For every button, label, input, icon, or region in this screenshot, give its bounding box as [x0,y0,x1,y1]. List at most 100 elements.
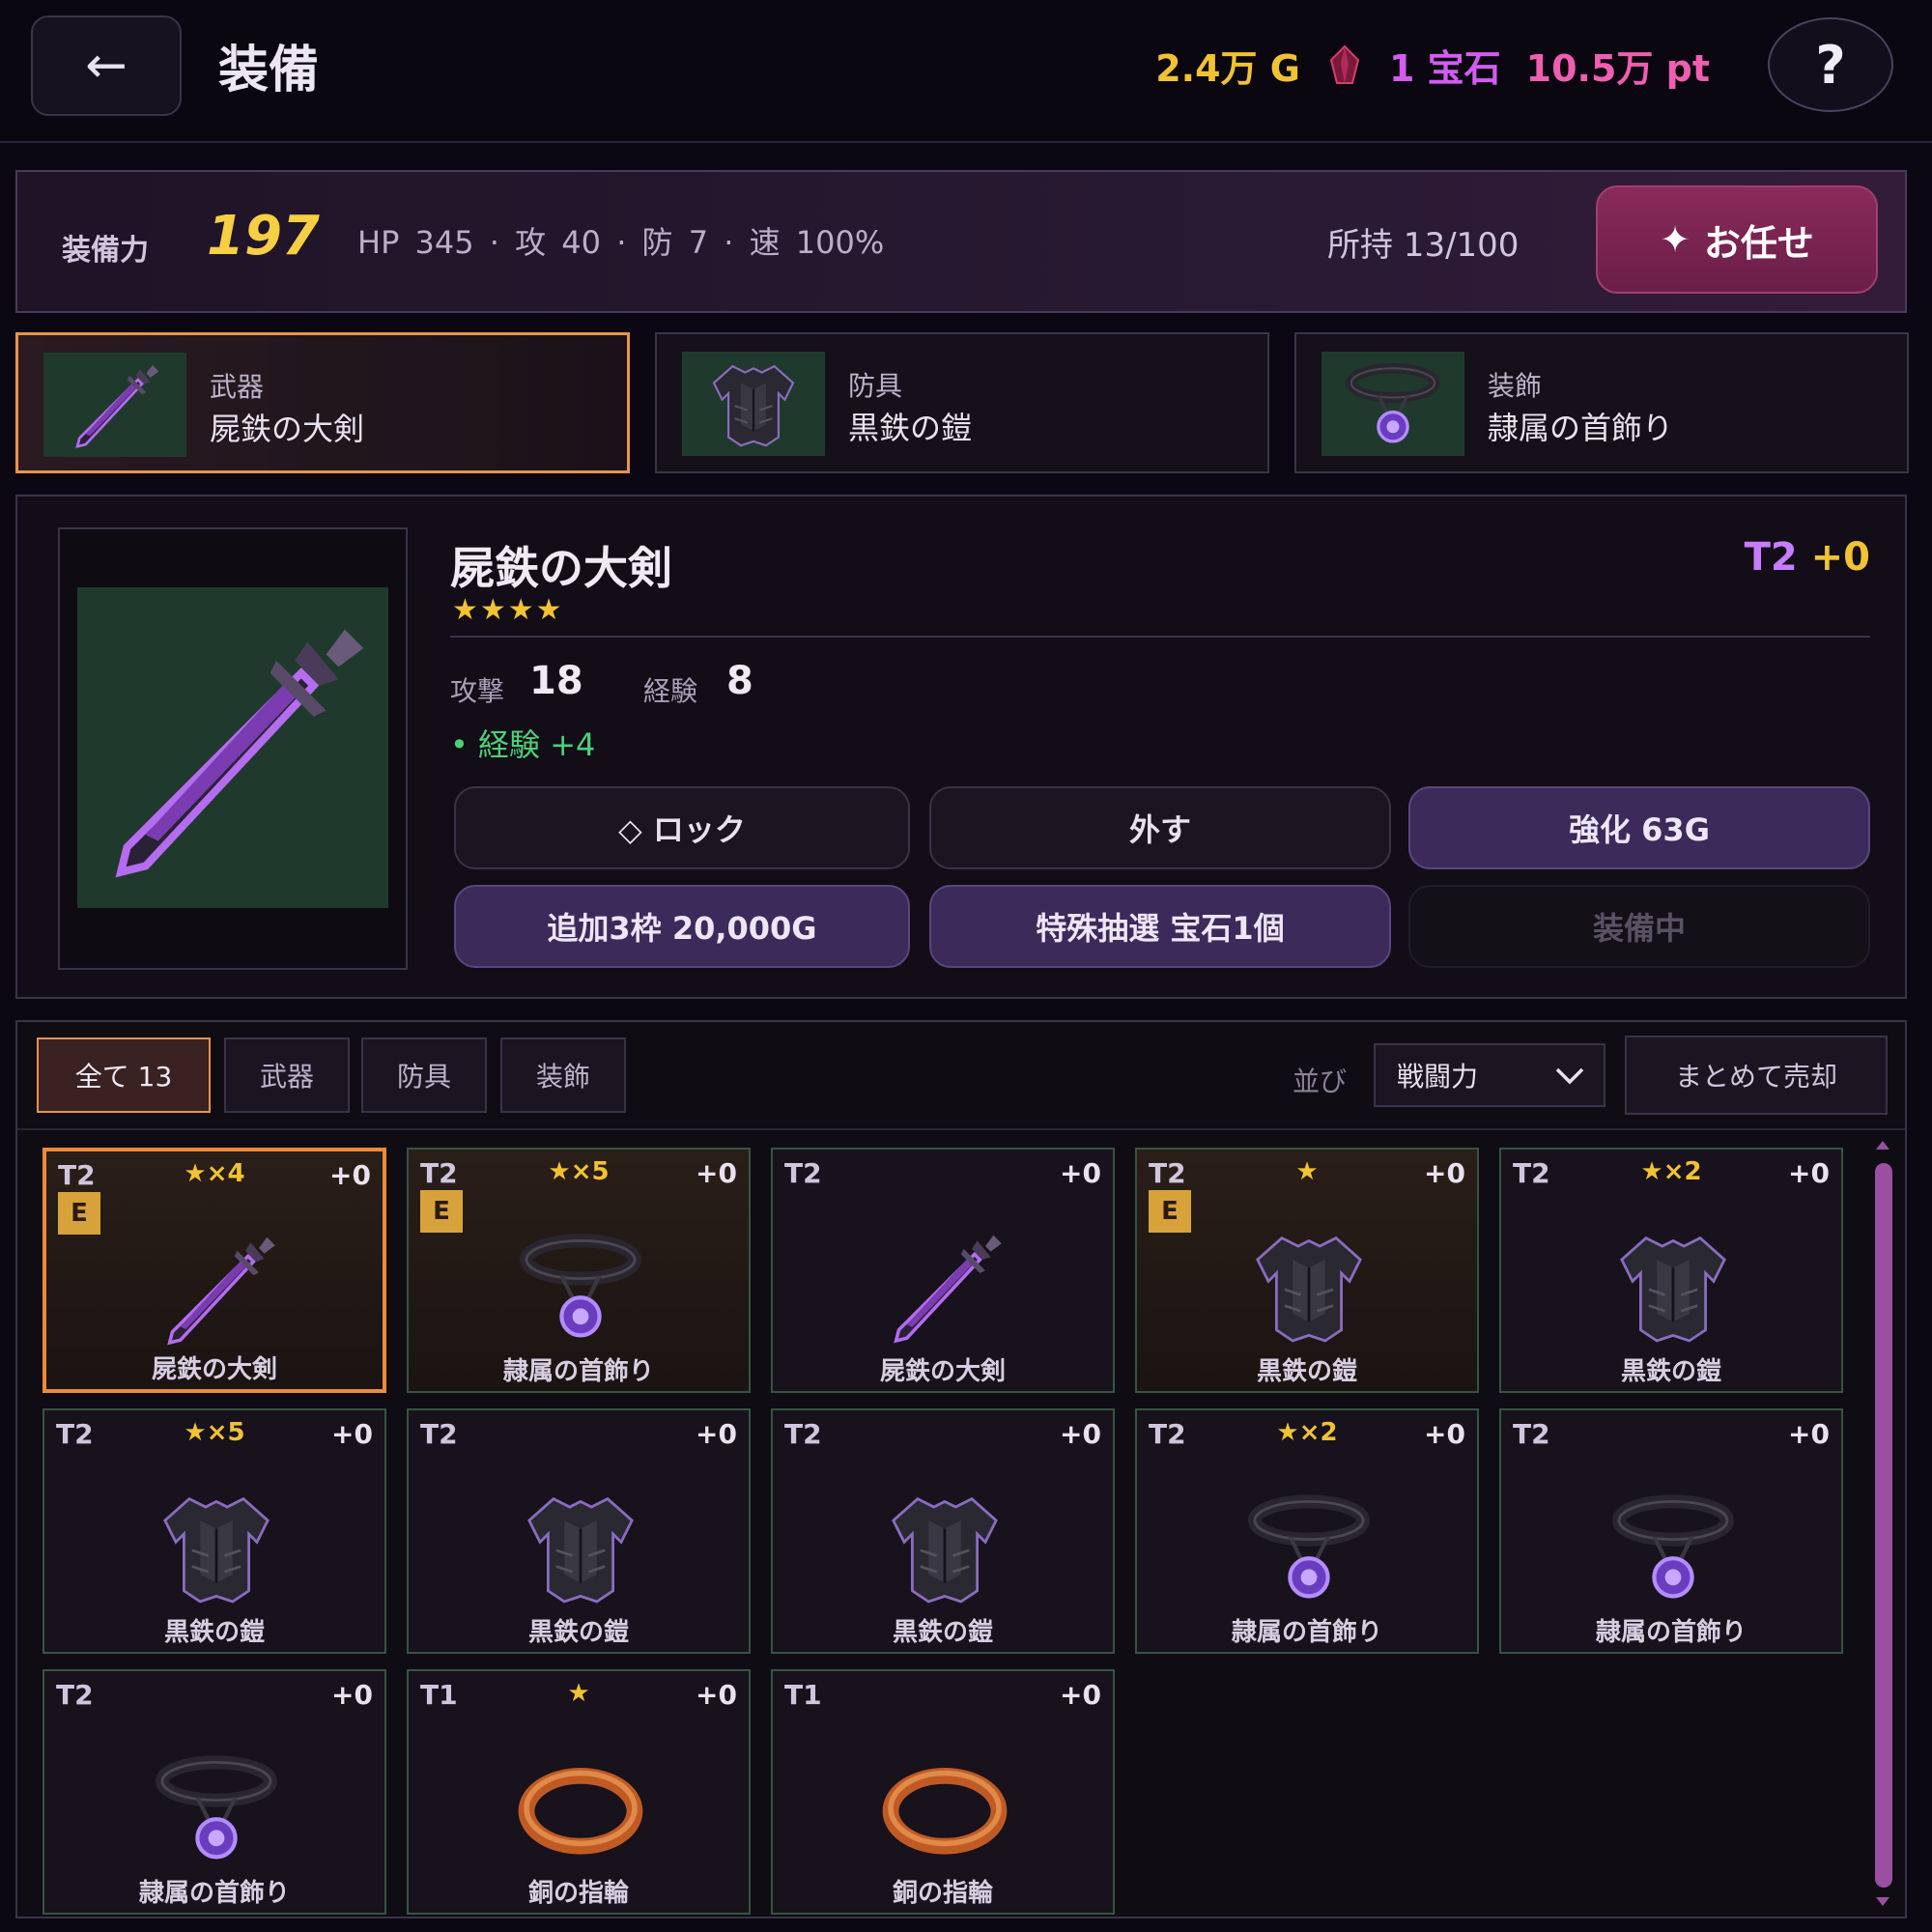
item-name: 屍鉄の大剣 [450,542,672,594]
lock-button[interactable]: ◇ ロック [454,786,910,869]
sparkle-icon: ✦ [1660,218,1690,261]
item-tier: T2 [784,1418,822,1450]
divider [17,1128,1905,1130]
gem-amount: 1 宝石 [1388,47,1501,90]
item-enhance-level: +0 [1060,1418,1101,1450]
item-name: 隷属の首飾り [1595,1618,1747,1647]
armor-icon [682,352,825,456]
equipped-badge: E [420,1190,463,1233]
item-image-frame [58,527,408,970]
tab-armor[interactable]: 防具 [361,1037,487,1113]
back-arrow-icon: ← [85,37,128,95]
item-enhance-level: +0 [1788,1157,1830,1189]
item-name: 黒鉄の鎧 [163,1618,265,1647]
back-button[interactable]: ← [31,15,182,116]
exp-label: 経験 [643,675,698,707]
slot-accessory[interactable]: 装飾 隷属の首飾り [1294,332,1909,473]
unequip-button[interactable]: 外す [929,786,1391,869]
item-enhance-level: +0 [1424,1418,1465,1450]
item-tier: T2 +0 [1745,535,1870,580]
divider [450,636,1870,638]
item-enhance-level: +0 [696,1418,737,1450]
attack-value: 18 [529,659,583,703]
power-value: 197 [207,205,320,268]
item-enhance-level: +0 [1060,1679,1101,1711]
inventory-item-card[interactable]: T2 +0 隷属の首飾り [1499,1408,1843,1654]
item-enhance-level: +0 [1788,1418,1830,1450]
equipped-badge: E [1149,1190,1191,1233]
necklace-icon [139,1741,294,1876]
armor-icon [139,1480,294,1615]
exp-value: 8 [726,659,753,703]
inventory-item-card[interactable]: T2 ★×4 +0 E 屍鉄の大剣 [43,1148,386,1393]
inventory-item-card[interactable]: T2 +0 隷属の首飾り [43,1669,386,1915]
item-detail-panel: 屍鉄の大剣 ★★★★ T2 +0 攻撃 18 経験 8 • 経験 +4 ◇ ロッ… [15,495,1907,999]
inventory-item-card[interactable]: T2 +0 黒鉄の鎧 [407,1408,751,1654]
necklace-icon [1321,352,1464,456]
item-tier: T2 [56,1679,94,1711]
scroll-up-icon[interactable] [1874,1138,1891,1151]
enhance-button[interactable]: 強化 63G [1408,786,1870,869]
item-name: 銅の指輪 [892,1879,993,1908]
help-button[interactable]: ? [1768,17,1893,112]
item-name: 黒鉄の鎧 [1256,1357,1357,1386]
item-name: 屍鉄の大剣 [879,1357,1006,1386]
necklace-icon [1596,1480,1750,1615]
sword-icon [77,587,388,908]
inventory-item-card[interactable]: T2 ★×5 +0 E 隷属の首飾り [407,1148,751,1393]
armor-icon [503,1480,658,1615]
item-enhance-level: +0 [696,1157,737,1189]
armor-icon [867,1480,1022,1615]
attack-label: 攻撃 [450,675,505,707]
sword-icon [43,353,186,457]
item-name: 黒鉄の鎧 [527,1618,629,1647]
scrollbar-thumb[interactable] [1875,1163,1892,1888]
inventory-item-card[interactable]: T2 ★×2 +0 隷属の首飾り [1135,1408,1479,1654]
item-tier: T2 [784,1157,822,1189]
inventory-item-card[interactable]: T1 ★ +0 銅の指輪 [407,1669,751,1915]
tab-accessory[interactable]: 装飾 [500,1037,626,1113]
equipped-button: 装備中 [1408,885,1870,968]
inventory-item-card[interactable]: T2 ★×5 +0 黒鉄の鎧 [43,1408,386,1654]
ring-icon [867,1741,1022,1876]
inventory-item-card[interactable]: T1 +0 銅の指輪 [771,1669,1115,1915]
add-slots-button[interactable]: 追加3枠 20,000G [454,885,910,968]
equipped-badge: E [58,1192,100,1235]
inventory-item-card[interactable]: T2 +0 屍鉄の大剣 [771,1148,1115,1393]
item-name: 黒鉄の鎧 [892,1618,993,1647]
currency-bar: 2.4万 G 1 宝石 10.5万 pt [1155,39,1710,92]
bonus-effect: • 経験 +4 [450,726,596,763]
auto-equip-label: お任せ [1703,221,1814,265]
item-enhance-level: +0 [329,1159,371,1191]
slot-category: 防具 [848,370,903,402]
sort-label: 並び [1293,1065,1348,1097]
necklace-icon [1232,1480,1386,1615]
gem-icon [1329,44,1360,84]
inventory-item-card[interactable]: T2 +0 黒鉄の鎧 [771,1408,1115,1654]
sell-all-button[interactable]: まとめて売却 [1625,1036,1888,1115]
points-amount: 10.5万 pt [1525,47,1710,90]
item-name: 銅の指輪 [527,1879,629,1908]
slot-item-name: 屍鉄の大剣 [210,411,365,447]
auto-equip-button[interactable]: ✦ お任せ [1596,185,1878,294]
item-tier: T2 [420,1418,458,1450]
slot-armor[interactable]: 防具 黒鉄の鎧 [655,332,1269,473]
item-enhance-level: +0 [331,1418,373,1450]
item-tier: T2 [1513,1418,1550,1450]
chevron-down-icon [1555,1067,1584,1085]
tab-weapon[interactable]: 武器 [224,1037,350,1113]
scroll-down-icon[interactable] [1874,1895,1891,1909]
sword-icon [141,1221,296,1356]
item-enhance-level: +0 [696,1679,737,1711]
sword-icon [867,1219,1022,1354]
enhance-level: +0 [1810,535,1870,580]
armor-icon [1596,1219,1750,1354]
item-name: 屍鉄の大剣 [151,1355,277,1384]
slot-weapon[interactable]: 武器 屍鉄の大剣 [15,332,630,473]
item-name: 隷属の首飾り [502,1357,654,1386]
tab-all[interactable]: 全て 13 [37,1037,211,1113]
special-draw-button[interactable]: 特殊抽選 宝石1個 [929,885,1391,968]
slot-category: 武器 [210,371,265,403]
inventory-item-card[interactable]: T2 ★ +0 E 黒鉄の鎧 [1135,1148,1479,1393]
inventory-item-card[interactable]: T2 ★×2 +0 黒鉄の鎧 [1499,1148,1843,1393]
